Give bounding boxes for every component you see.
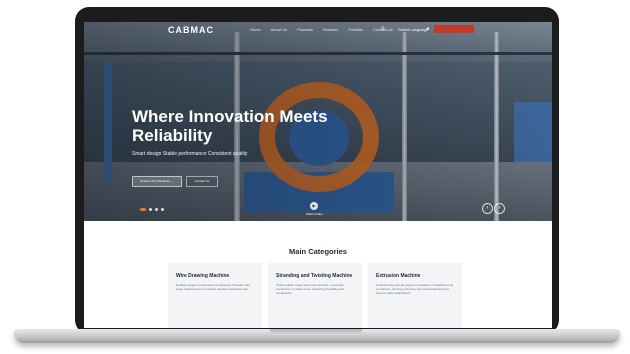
chevron-right-icon[interactable]: ›: [494, 203, 505, 214]
hero-subtitle: Smart design Stable performance Consiste…: [132, 151, 248, 157]
nav-item-portfolio[interactable]: Portfolio: [348, 27, 363, 32]
section-title: Main Categories: [289, 247, 347, 256]
search-icon[interactable]: ⚲: [380, 26, 386, 32]
card-text: Continuously extrude polymer insulation …: [376, 283, 454, 296]
language-selector[interactable]: Select Language: [398, 27, 428, 32]
card-text: Twist multiple single wires into compact…: [276, 283, 344, 296]
slider-dot[interactable]: [161, 208, 164, 211]
quote-button[interactable]: [434, 25, 474, 33]
nav-item-about[interactable]: About Us: [271, 27, 287, 32]
card-title: Stranding and Twisting Machine: [276, 273, 353, 279]
browser-screen: CABMAC Home About Us Products Services P…: [84, 22, 552, 328]
nav-item-services[interactable]: Services: [323, 27, 338, 32]
slider-dot[interactable]: [149, 208, 152, 211]
slider-dot[interactable]: [140, 208, 146, 211]
video-caption[interactable]: Watch Video: [306, 212, 323, 216]
slider-dot[interactable]: [155, 208, 158, 211]
chevron-left-icon[interactable]: ‹: [482, 203, 493, 214]
contact-us-button[interactable]: Contact Us: [186, 176, 218, 187]
nav-item-home[interactable]: Home: [250, 27, 261, 32]
card-title: Extrusion Machine: [376, 273, 421, 279]
nav-item-products[interactable]: Products: [297, 27, 313, 32]
hero-banner: CABMAC Home About Us Products Services P…: [84, 22, 552, 221]
hero-title: Where Innovation Meets Reliability: [132, 107, 328, 145]
category-card[interactable]: Extrusion Machine Continuously extrude p…: [368, 263, 462, 328]
laptop-notch: [270, 329, 362, 335]
category-card[interactable]: Stranding and Twisting Machine Twist mul…: [268, 263, 362, 328]
explore-machines-button[interactable]: Explore Our Machines →: [132, 176, 182, 187]
play-video-icon[interactable]: ▶: [310, 202, 318, 210]
globe-icon[interactable]: ●: [425, 26, 431, 32]
main-nav: Home About Us Products Services Portfoli…: [250, 27, 393, 32]
slider-dots: [140, 208, 164, 211]
site-logo[interactable]: CABMAC: [168, 25, 214, 35]
card-text: Reduce copper or aluminum rod diameter t…: [176, 283, 251, 292]
category-card[interactable]: Wire Drawing Machine Reduce copper or al…: [168, 263, 262, 328]
card-title: Wire Drawing Machine: [176, 273, 230, 279]
